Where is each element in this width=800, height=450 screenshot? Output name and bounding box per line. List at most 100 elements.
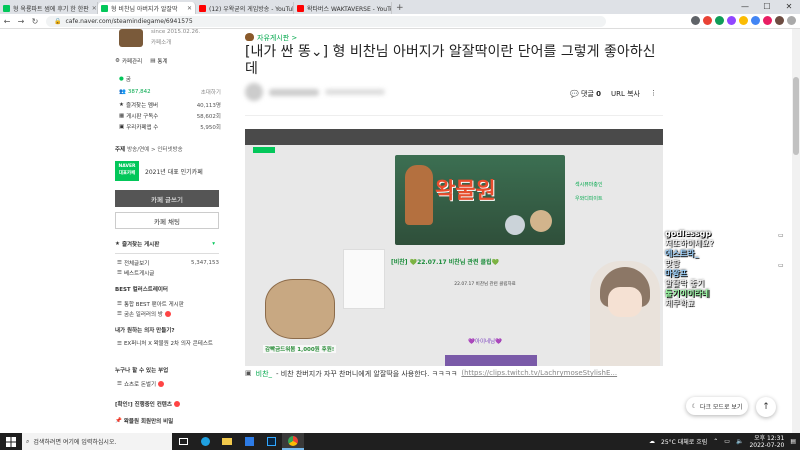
chat-message: 저또하이세요? xyxy=(665,239,714,248)
best-board-link[interactable]: 통합 BEST 팬아트 게시판 xyxy=(124,300,184,308)
stats-link[interactable]: 통계 xyxy=(157,57,167,65)
dark-mode-button[interactable]: ☾ 다크 모드로 보기 xyxy=(686,397,748,415)
cafe-manage-link[interactable]: 카페관리 xyxy=(122,57,142,65)
comment-button[interactable]: 💬 댓글 0 xyxy=(570,89,601,99)
chat-username: godlessgp xyxy=(665,229,712,238)
clock[interactable]: 오후 12:31 2022-07-20 xyxy=(749,435,784,449)
chat-username: 에스트라_ xyxy=(665,249,699,258)
badge-bottom-text: 대표카페 xyxy=(118,171,136,176)
maximize-button[interactable]: ☐ xyxy=(756,0,778,13)
side-text: 우와디피이트 xyxy=(575,196,603,202)
extension-icon[interactable] xyxy=(703,16,712,25)
character-illustration xyxy=(405,165,433,225)
extension-icon[interactable] xyxy=(751,16,760,25)
cafe-intro-link[interactable]: 카페소개 xyxy=(151,38,221,46)
task-view-icon[interactable] xyxy=(172,433,194,450)
video-post-title: [비찬] 💚22.07.17 비찬님 관련 클립💚 xyxy=(391,259,500,266)
browser-tab[interactable]: 왁타버스 WAKTAVERSE - YouTub ✕ xyxy=(294,2,392,14)
avatar[interactable] xyxy=(245,83,263,101)
chat-username: 둘기이이라네 xyxy=(665,289,710,298)
volume-icon[interactable]: 🔈 xyxy=(736,438,743,445)
since-text: since 2015.02.26. xyxy=(151,29,201,35)
category-link[interactable]: 자유게시판 > xyxy=(257,33,297,43)
browser-tab-active[interactable]: 형 비찬님 아버지가 알잘딱 ✕ xyxy=(98,2,196,14)
divider xyxy=(115,253,219,254)
clock-time: 오후 12:31 xyxy=(754,434,785,442)
ex-contest-link[interactable]: EX퍼니처 X 왁물원 2차 의자 콘테스트 xyxy=(124,340,213,348)
close-tab-icon[interactable]: ✕ xyxy=(92,5,97,12)
chevron-down-icon[interactable]: ▾ xyxy=(212,241,215,247)
cafe-chat-button[interactable]: 카페 채팅 xyxy=(115,212,219,229)
chat-message: 맞팡 xyxy=(665,259,680,268)
edge-icon[interactable] xyxy=(194,433,216,450)
chat-emote-icon: ▭ xyxy=(778,262,784,269)
browser-tab[interactable]: (12) 우왁굳의 게임방송 - YouTub ✕ xyxy=(196,2,294,14)
close-tab-icon[interactable]: ✕ xyxy=(187,5,192,12)
divider xyxy=(245,115,663,116)
reload-icon[interactable]: ↻ xyxy=(28,17,42,26)
cafe-sub-label: 우리카페앱 수 xyxy=(126,125,159,131)
scrollbar-thumb[interactable] xyxy=(793,77,799,155)
info-contents-label[interactable]: [확인!] 진행중인 컨텐츠 xyxy=(115,400,172,408)
page-scrollbar[interactable] xyxy=(792,29,800,433)
browser-tab[interactable]: 형 옥룡파트 썸에 후기 한 한판 ✕ xyxy=(0,2,98,14)
secret-label[interactable]: 왁물원 회원만의 비밀 xyxy=(124,417,173,425)
caption-link[interactable]: (https://clips.twitch.tv/LachrymoseStyli… xyxy=(461,369,617,379)
author-name-blurred[interactable] xyxy=(269,88,319,96)
members-count[interactable]: 387,842 xyxy=(128,89,151,95)
side-job-label[interactable]: 누구나 할 수 있는 부업 xyxy=(115,366,219,374)
notification-icon[interactable]: ▤ xyxy=(790,438,796,445)
extension-icon[interactable] xyxy=(691,16,700,25)
fav-boards-label[interactable]: 즐겨찾는 게시판 xyxy=(122,240,159,248)
best-posts-link[interactable]: 베스트게시글 xyxy=(124,269,154,277)
back-arrow-icon[interactable]: ← xyxy=(0,17,14,26)
system-tray: ☁ 25°C 대체로 흐림 ⌃ ▭ 🔈 오후 12:31 2022-07-20 … xyxy=(649,433,796,450)
store-icon[interactable] xyxy=(238,433,260,450)
window-controls: — ☐ ✕ xyxy=(734,0,800,13)
extension-icon[interactable] xyxy=(763,16,772,25)
custom-chair-label[interactable]: 내가 원하는 의자 만들기? xyxy=(115,326,219,334)
twitch-extension-icon[interactable] xyxy=(727,16,736,25)
topic-value[interactable]: 방송/연예 > 인터넷방송 xyxy=(127,145,183,153)
post-area: 자유게시판 > [내가 싼 똥⌄] 형 비찬님 아버지가 알잘딱이란 단어를 그… xyxy=(245,29,665,433)
video-heart-line: 💜아이네님💜 xyxy=(468,339,502,345)
more-options-icon[interactable]: ⋮ xyxy=(650,89,657,99)
menu-icon[interactable] xyxy=(787,16,796,25)
write-post-button[interactable]: 카페 글쓰기 xyxy=(115,190,219,207)
forward-arrow-icon[interactable]: → xyxy=(14,17,28,26)
network-icon[interactable]: ▭ xyxy=(724,438,730,445)
scroll-top-button[interactable]: ↑ xyxy=(756,397,776,417)
new-badge-icon xyxy=(164,311,171,317)
photoshop-icon[interactable] xyxy=(260,433,282,450)
cafe-logo[interactable] xyxy=(119,29,143,47)
close-window-button[interactable]: ✕ xyxy=(778,0,800,13)
weather-text[interactable]: 25°C 대체로 흐림 xyxy=(661,437,707,446)
taskbar-search[interactable]: ⌕ 검색하려면 여기에 입력하십시오. xyxy=(22,433,172,450)
windows-start-button[interactable] xyxy=(0,433,22,450)
extension-icon[interactable] xyxy=(715,16,724,25)
tray-arrow-icon[interactable]: ⌃ xyxy=(713,438,718,445)
shorts-link[interactable]: 쇼츠로 돈벌기 xyxy=(124,380,156,388)
minimize-button[interactable]: — xyxy=(734,0,756,13)
video-preview-strip xyxy=(445,355,537,366)
youtube-favicon-icon xyxy=(199,4,206,12)
best-template-label[interactable]: BEST 컬러스트레이터 xyxy=(115,285,219,293)
star-icon: ★ xyxy=(115,241,120,247)
game-board-link[interactable]: 굼손 일러러의 방 xyxy=(124,310,163,318)
invite-link[interactable]: 초대하기 xyxy=(201,88,221,96)
caption-author[interactable]: 비찬_ xyxy=(256,369,272,379)
url-field[interactable]: 🔒 cafe.naver.com/steamindiegame/6941575 xyxy=(46,15,606,27)
chat-username: 마왕프 xyxy=(665,269,688,278)
url-copy-button[interactable]: URL 복사 xyxy=(611,89,640,99)
cafe-sidebar: since 2015.02.26. 카페소개 ⚙ 카페관리 ▤ 통계 ● 굼 👥… xyxy=(115,29,221,433)
extension-icon[interactable] xyxy=(739,16,748,25)
video-player[interactable]: 왁물원 섹시퓨마충인 우와디피이트 [비찬] 💚22.07.17 비찬님 관련 … xyxy=(245,129,663,366)
chrome-icon[interactable] xyxy=(282,433,304,450)
new-tab-button[interactable]: + xyxy=(396,2,404,14)
board-sub-value: 58,602회 xyxy=(196,114,221,120)
profile-avatar-icon[interactable] xyxy=(775,16,784,25)
file-explorer-icon[interactable] xyxy=(216,433,238,450)
new-badge-icon xyxy=(173,401,180,407)
browser-tab-bar: 형 옥룡파트 썸에 후기 한 한판 ✕ 형 비찬님 아버지가 알잘딱 ✕ (12… xyxy=(0,0,800,14)
all-posts-link[interactable]: 전체글보기 xyxy=(124,259,149,267)
